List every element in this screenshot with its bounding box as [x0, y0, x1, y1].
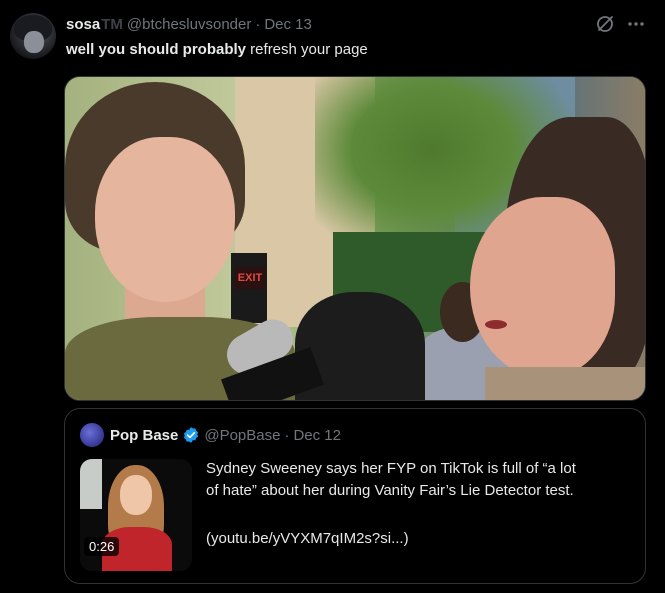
- quoted-timestamp[interactable]: Dec 12: [293, 427, 341, 444]
- grok-icon[interactable]: [595, 14, 615, 34]
- tweet-text: well you should probably refresh your pa…: [66, 40, 368, 60]
- avatar-face: [24, 31, 44, 53]
- avatar[interactable]: [10, 13, 56, 59]
- exit-sign: EXIT: [235, 267, 265, 289]
- quoted-text-line: of hate” about her during Vanity Fair’s …: [206, 482, 574, 499]
- tweet-header: sosa TM @btchesluvsonder · Dec 13: [66, 14, 312, 34]
- tweet-text-rest: refresh your page: [246, 41, 368, 58]
- woman-right-face: [470, 197, 615, 377]
- quoted-link[interactable]: (youtu.be/yVYXM7qIM2s?si...): [206, 528, 409, 550]
- quoted-text-line: Sydney Sweeney says her FYP on TikTok is…: [206, 460, 576, 477]
- woman-left-face: [95, 137, 235, 302]
- author-name[interactable]: sosa: [66, 16, 100, 33]
- thumbnail-person-face: [120, 475, 152, 515]
- more-options-icon[interactable]: [626, 14, 646, 34]
- author-name-suffix: TM: [101, 15, 123, 33]
- author-handle[interactable]: @btchesluvsonder: [127, 16, 251, 33]
- video-duration-badge: 0:26: [84, 537, 120, 556]
- quoted-video-thumbnail[interactable]: 0:26: [80, 459, 192, 571]
- quoted-author-name[interactable]: Pop Base: [110, 427, 178, 444]
- woman-right-shoulder: [485, 367, 645, 400]
- quoted-avatar[interactable]: [80, 423, 104, 447]
- quoted-text: Sydney Sweeney says her FYP on TikTok is…: [206, 458, 636, 502]
- quoted-header: Pop Base @PopBase · Dec 12: [110, 425, 341, 445]
- tweet[interactable]: sosa TM @btchesluvsonder · Dec 13 well y…: [0, 0, 665, 593]
- verified-badge-icon: [182, 426, 200, 444]
- tweet-text-bold: well you should probably: [66, 41, 247, 58]
- woman-right-lips: [485, 320, 507, 329]
- quoted-tweet[interactable]: Pop Base @PopBase · Dec 12 0:26 Sydney S…: [64, 408, 646, 584]
- tweet-media-image[interactable]: EXIT: [64, 76, 646, 401]
- quoted-separator: ·: [284, 426, 290, 444]
- tweet-timestamp[interactable]: Dec 13: [264, 16, 312, 33]
- thumbnail-frame: [80, 459, 102, 509]
- quoted-handle[interactable]: @PopBase: [204, 427, 280, 444]
- separator-dot: ·: [255, 15, 261, 33]
